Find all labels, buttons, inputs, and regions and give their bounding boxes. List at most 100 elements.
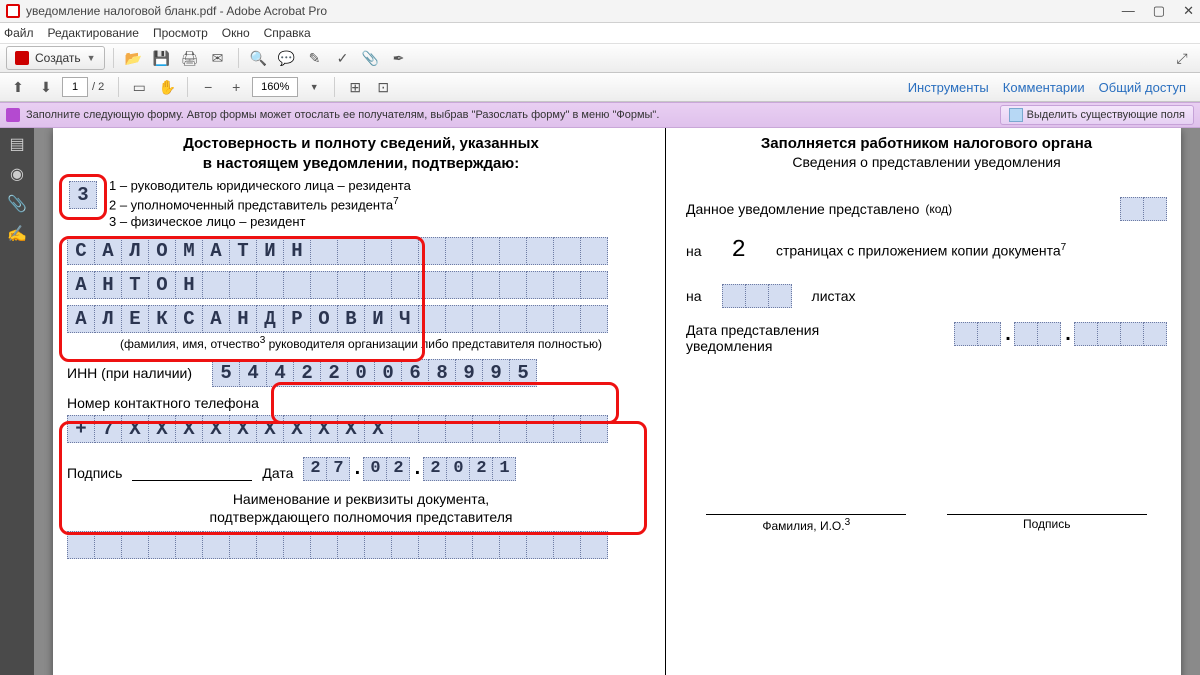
form-cell[interactable]: О [310, 305, 338, 333]
form-cell[interactable]: X [337, 415, 365, 443]
confirm-code-field[interactable]: 3 [69, 181, 97, 209]
form-cell[interactable] [1120, 197, 1144, 221]
form-cell[interactable] [445, 305, 473, 333]
form-cell[interactable]: 8 [428, 359, 456, 387]
presented-code-field[interactable] [1120, 197, 1167, 221]
form-cell[interactable]: Т [121, 271, 149, 299]
document-name-field-1[interactable] [67, 531, 655, 559]
form-cell[interactable] [553, 415, 581, 443]
form-cell[interactable]: + [67, 415, 95, 443]
highlight-icon[interactable]: ✎ [303, 46, 327, 70]
form-cell[interactable] [745, 284, 769, 308]
form-cell[interactable]: А [67, 305, 95, 333]
form-cell[interactable]: X [256, 415, 284, 443]
form-cell[interactable] [499, 531, 527, 559]
form-cell[interactable] [121, 531, 149, 559]
form-cell[interactable]: X [310, 415, 338, 443]
form-cell[interactable] [310, 271, 338, 299]
form-cell[interactable] [526, 415, 554, 443]
form-cell[interactable] [310, 531, 338, 559]
fit-page-icon[interactable]: ⊡ [371, 75, 395, 99]
inn-field[interactable]: 544220068995 [212, 359, 537, 387]
form-cell[interactable]: X [175, 415, 203, 443]
fit-width-icon[interactable]: ⊞ [343, 75, 367, 99]
form-cell[interactable]: 2 [293, 359, 321, 387]
form-cell[interactable] [553, 271, 581, 299]
signatures-icon[interactable]: ✍ [7, 224, 27, 244]
form-cell[interactable]: 1 [492, 457, 516, 481]
form-cell[interactable] [1120, 322, 1144, 346]
share-link[interactable]: Общий доступ [1099, 80, 1186, 95]
form-cell[interactable] [418, 305, 446, 333]
maximize-button[interactable]: ▢ [1153, 3, 1165, 19]
menu-help[interactable]: Справка [264, 26, 311, 40]
form-cell[interactable] [526, 305, 554, 333]
form-cell[interactable]: Р [283, 305, 311, 333]
form-cell[interactable] [67, 531, 95, 559]
form-cell[interactable] [954, 322, 978, 346]
form-cell[interactable] [472, 237, 500, 265]
form-cell[interactable]: 9 [455, 359, 483, 387]
form-cell[interactable] [202, 531, 230, 559]
form-cell[interactable]: 0 [347, 359, 375, 387]
zoom-out-icon[interactable]: − [196, 75, 220, 99]
form-cell[interactable] [722, 284, 746, 308]
form-cell[interactable] [472, 415, 500, 443]
form-cell[interactable] [526, 237, 554, 265]
form-cell[interactable] [580, 305, 608, 333]
form-cell[interactable] [499, 415, 527, 443]
form-cell[interactable] [337, 237, 365, 265]
highlight-fields-button[interactable]: Выделить существующие поля [1000, 105, 1194, 125]
form-cell[interactable]: 2 [320, 359, 348, 387]
form-cell[interactable]: О [148, 271, 176, 299]
sheets-field[interactable] [722, 284, 792, 308]
form-cell[interactable] [148, 531, 176, 559]
form-cell[interactable]: Н [94, 271, 122, 299]
form-cell[interactable]: Л [94, 305, 122, 333]
form-cell[interactable] [580, 237, 608, 265]
lastname-field[interactable]: САЛОМАТИН [67, 237, 655, 265]
tools-link[interactable]: Инструменты [908, 80, 989, 95]
form-cell[interactable] [472, 531, 500, 559]
save-icon[interactable]: 💾 [150, 46, 174, 70]
form-cell[interactable] [202, 271, 230, 299]
form-cell[interactable]: О [148, 237, 176, 265]
form-cell[interactable]: А [94, 237, 122, 265]
form-cell[interactable] [229, 271, 257, 299]
form-cell[interactable] [283, 531, 311, 559]
form-cell[interactable] [1143, 322, 1167, 346]
thumbnails-icon[interactable]: ▤ [7, 134, 27, 154]
menu-edit[interactable]: Редактирование [48, 26, 139, 40]
minimize-button[interactable]: — [1122, 3, 1135, 19]
form-cell[interactable] [580, 531, 608, 559]
patronymic-field[interactable]: АЛЕКСАНДРОВИЧ [67, 305, 655, 333]
form-cell[interactable]: И [256, 237, 284, 265]
form-cell[interactable] [553, 237, 581, 265]
form-cell[interactable]: 6 [401, 359, 429, 387]
form-cell[interactable] [391, 237, 419, 265]
zoom-dropdown-icon[interactable]: ▼ [302, 75, 326, 99]
menu-file[interactable]: Файл [4, 26, 34, 40]
form-cell[interactable] [310, 237, 338, 265]
search-doc-icon[interactable]: 🔍 [247, 46, 271, 70]
form-cell[interactable]: 0 [446, 457, 470, 481]
form-cell[interactable]: 2 [303, 457, 327, 481]
form-cell[interactable] [364, 271, 392, 299]
form-cell[interactable] [553, 305, 581, 333]
form-cell[interactable]: 0 [363, 457, 387, 481]
create-button[interactable]: Создать ▼ [6, 46, 105, 70]
close-button[interactable]: ✕ [1183, 3, 1194, 19]
menu-view[interactable]: Просмотр [153, 26, 208, 40]
page-number-input[interactable]: 1 [62, 77, 88, 97]
form-cell[interactable]: С [67, 237, 95, 265]
hand-tool-icon[interactable]: ✋ [155, 75, 179, 99]
confirm-code-cell[interactable]: 3 [69, 181, 97, 209]
submit-date-field[interactable]: .. [954, 322, 1167, 346]
form-cell[interactable]: И [364, 305, 392, 333]
form-cell[interactable]: 4 [266, 359, 294, 387]
form-cell[interactable] [445, 531, 473, 559]
form-cell[interactable] [445, 271, 473, 299]
form-cell[interactable]: X [121, 415, 149, 443]
page-down-icon[interactable]: ⬇ [34, 75, 58, 99]
form-cell[interactable] [526, 271, 554, 299]
